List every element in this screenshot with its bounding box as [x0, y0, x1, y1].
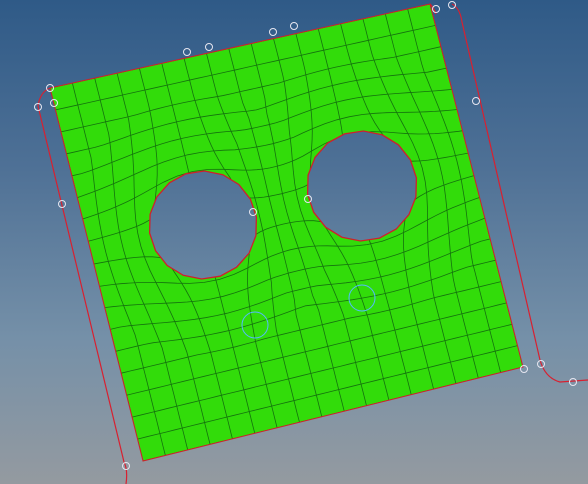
node-marker-icon	[269, 28, 277, 36]
node-marker-icon	[290, 22, 298, 30]
node-marker-icon	[520, 365, 528, 373]
meshed-plate[interactable]	[49, 3, 524, 462]
node-marker-icon	[183, 48, 191, 56]
graphics-viewport[interactable]	[0, 0, 588, 484]
hole-edge	[306, 130, 418, 242]
hole-edge	[148, 170, 258, 280]
node-marker-icon	[205, 43, 213, 51]
node-marker-icon	[472, 97, 480, 105]
mesh-scene[interactable]	[0, 0, 588, 484]
node-marker-icon	[569, 378, 577, 386]
